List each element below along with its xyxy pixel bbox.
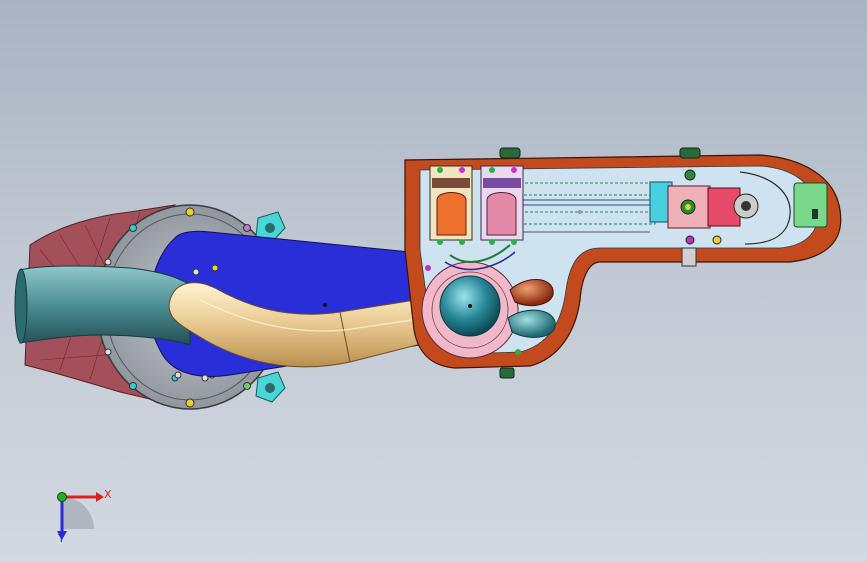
axis-triad: X Y — [57, 488, 112, 545]
z-axis — [57, 492, 67, 502]
teal-bulb — [507, 309, 556, 338]
input-hose — [14, 265, 191, 346]
orange-motor — [429, 165, 473, 245]
cad-viewport[interactable]: X Y — [0, 0, 867, 562]
pink-motor — [480, 165, 524, 245]
x-axis-label: X — [104, 488, 112, 501]
end-cap — [793, 182, 828, 228]
y-axis-label: Y — [57, 532, 65, 545]
